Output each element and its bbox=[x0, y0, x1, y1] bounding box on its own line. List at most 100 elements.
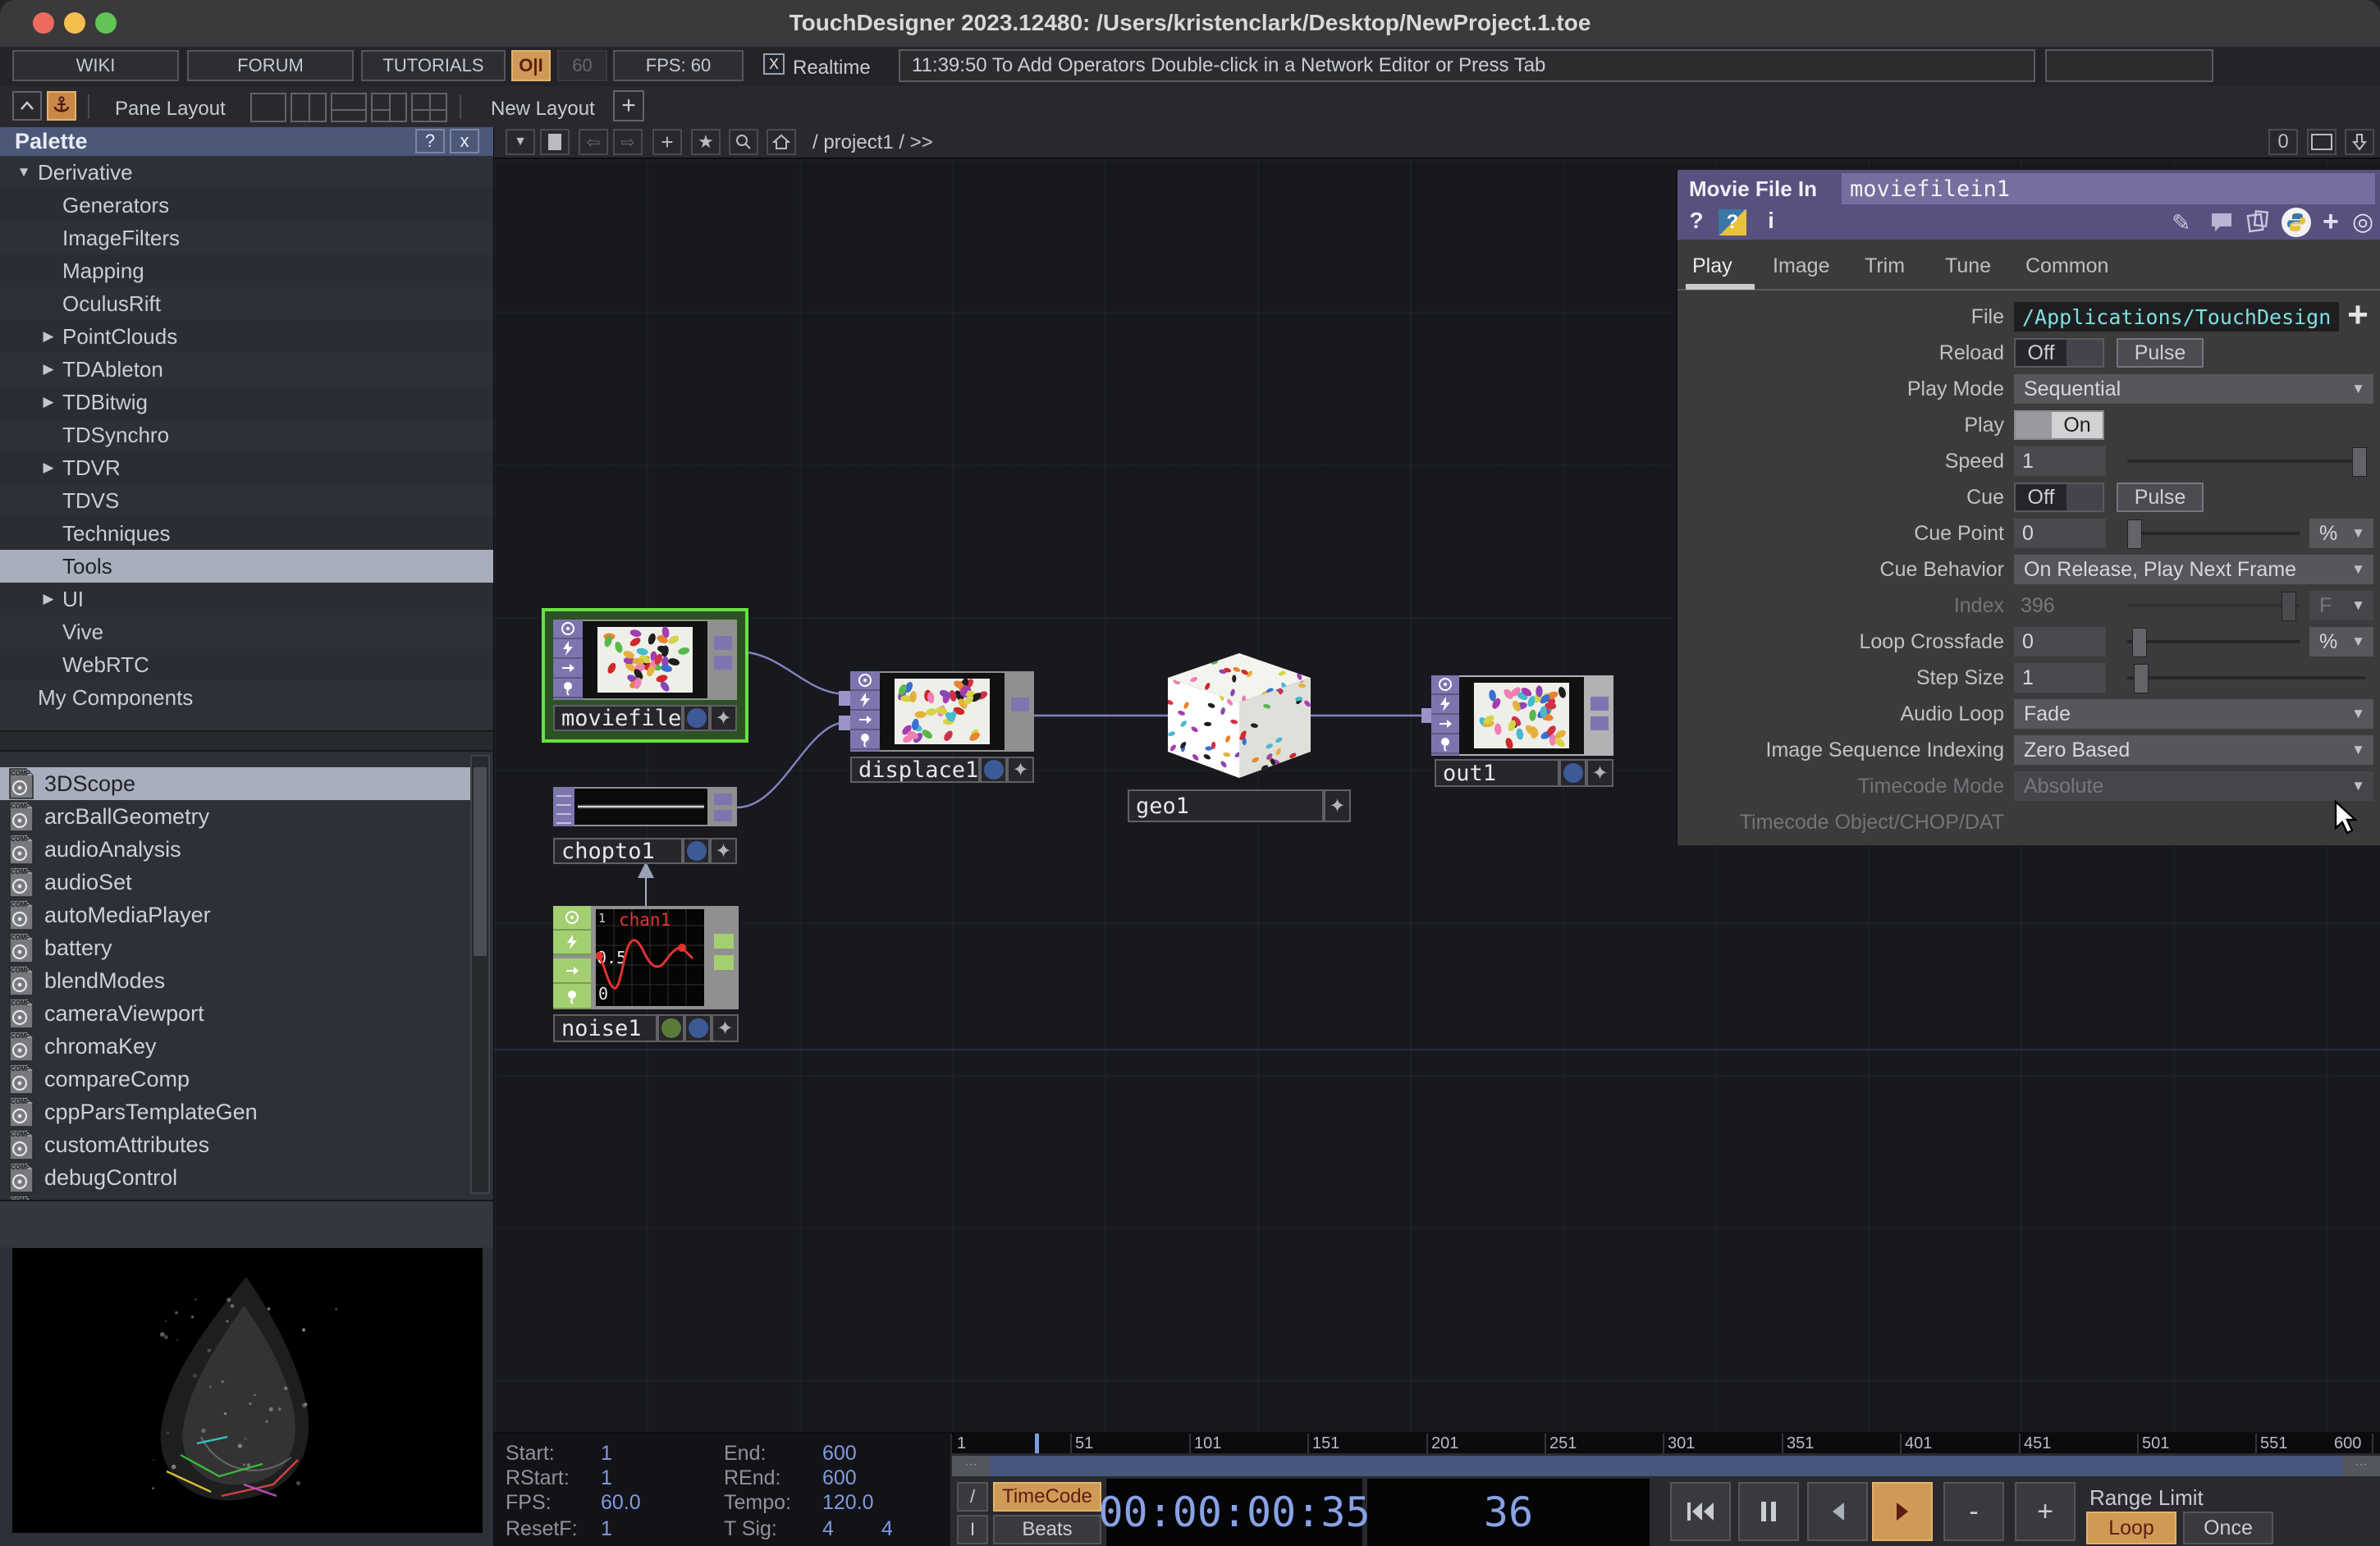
node-flag-indicator[interactable] bbox=[980, 757, 1007, 783]
param-slider-handle[interactable] bbox=[2282, 592, 2296, 621]
node-connector[interactable] bbox=[714, 955, 734, 970]
node-viewer-icon[interactable] bbox=[553, 906, 591, 931]
node-moviefilein1[interactable]: moviefilein1✦ bbox=[553, 620, 737, 731]
tree-item-tools[interactable]: Tools bbox=[0, 550, 493, 583]
tree-item-vive[interactable]: Vive bbox=[0, 615, 493, 648]
node-flag-indicator[interactable] bbox=[657, 1014, 684, 1042]
node-noise1[interactable]: 1chan10.50noise1✦ bbox=[553, 906, 739, 1042]
palette-scrollbar[interactable] bbox=[470, 755, 490, 1194]
range-start-handle[interactable]: ··· bbox=[952, 1456, 990, 1476]
param-toggle-reload[interactable]: Off bbox=[2014, 338, 2104, 368]
timeline-ruler[interactable]: 151101151201251301351401451501551600 bbox=[952, 1434, 2380, 1453]
forward-arrow-icon[interactable]: ⇨ bbox=[613, 129, 643, 155]
file-browse-plus-icon[interactable]: + bbox=[2341, 299, 2375, 333]
node-balloon-icon[interactable] bbox=[553, 679, 583, 698]
palette-component-chromaKey[interactable]: COMPchromaKey bbox=[0, 1030, 473, 1063]
play-forward-button[interactable] bbox=[1872, 1482, 1933, 1541]
node-balloon-icon[interactable] bbox=[850, 730, 880, 750]
node-name-field[interactable]: geo1 bbox=[1128, 789, 1324, 822]
node-viewer-icon[interactable] bbox=[553, 620, 583, 639]
search-icon[interactable] bbox=[729, 129, 758, 155]
midi-oi-toggle[interactable]: O|I bbox=[511, 50, 551, 81]
palette-component-debugControl[interactable]: COMPdebugControl bbox=[0, 1161, 473, 1194]
frame-increment-button[interactable]: + bbox=[2015, 1482, 2076, 1541]
node-displace1[interactable]: displace1✦ bbox=[850, 671, 1034, 783]
param-menu-audio-loop[interactable]: Fade▼ bbox=[2014, 699, 2373, 729]
node-bypass-icon[interactable] bbox=[553, 639, 583, 659]
node-comment-star[interactable]: ✦ bbox=[710, 838, 737, 864]
param-value-index[interactable]: 396 bbox=[2021, 591, 2055, 620]
tree-item-pointclouds[interactable]: ▶PointClouds bbox=[0, 320, 493, 353]
operator-name-field[interactable]: moviefilein1 bbox=[1842, 173, 2375, 204]
pause-button[interactable] bbox=[1738, 1482, 1799, 1541]
beats-mode-button[interactable]: Beats bbox=[993, 1515, 1101, 1544]
node-flag-indicator[interactable] bbox=[1559, 759, 1586, 787]
pane-layout-preset-3[interactable] bbox=[331, 93, 367, 122]
palette-component-audioSet[interactable]: COMPaudioSet bbox=[0, 866, 473, 899]
node-flag-indicator[interactable] bbox=[683, 838, 710, 864]
network-breadcrumb[interactable]: / project1 / >> bbox=[812, 131, 933, 154]
node-comment-star[interactable]: ✦ bbox=[1586, 759, 1613, 787]
param-tab-common[interactable]: Common bbox=[2025, 254, 2108, 278]
param-slider-handle[interactable] bbox=[2352, 447, 2367, 477]
node-comment-star[interactable]: ✦ bbox=[1007, 757, 1034, 783]
node-comment-star[interactable]: ✦ bbox=[1324, 789, 1351, 822]
param-pulse-button[interactable]: Pulse bbox=[2117, 338, 2204, 368]
tree-right-arrow-icon[interactable]: ▶ bbox=[34, 361, 62, 377]
node-connector[interactable] bbox=[1011, 698, 1029, 711]
tree-right-arrow-icon[interactable]: ▶ bbox=[34, 591, 62, 607]
expand-pane-icon[interactable] bbox=[12, 91, 42, 121]
node-balloon-icon[interactable] bbox=[1431, 734, 1459, 754]
node-comment-star[interactable]: ✦ bbox=[712, 1014, 739, 1042]
node-connector[interactable] bbox=[714, 656, 732, 670]
node-arrow-icon[interactable] bbox=[553, 958, 591, 984]
new-layout-add-button[interactable]: + bbox=[613, 90, 644, 121]
anchor-icon[interactable] bbox=[47, 91, 76, 121]
tree-item-tdvr[interactable]: ▶TDVR bbox=[0, 451, 493, 484]
node-name-field[interactable]: noise1 bbox=[553, 1014, 657, 1042]
param-slider-track[interactable] bbox=[2127, 676, 2365, 679]
play-backward-button[interactable] bbox=[1807, 1482, 1868, 1541]
tree-item-mapping[interactable]: Mapping bbox=[0, 254, 493, 287]
tree-item-ui[interactable]: ▶UI bbox=[0, 583, 493, 615]
tutorials-button[interactable]: TUTORIALS bbox=[361, 50, 506, 81]
param-slider-track[interactable] bbox=[2127, 460, 2365, 463]
tree-item-webrtc[interactable]: WebRTC bbox=[0, 648, 493, 681]
tree-item-tdsynchro[interactable]: TDSynchro bbox=[0, 419, 493, 451]
palette-component-battery[interactable]: COMPbattery bbox=[0, 931, 473, 964]
palette-close-button[interactable]: x bbox=[450, 129, 479, 153]
timeline-range-bar[interactable]: ··· ··· bbox=[952, 1456, 2380, 1476]
param-tab-trim[interactable]: Trim bbox=[1865, 254, 1905, 278]
param-slider-handle[interactable] bbox=[2134, 664, 2149, 693]
param-file-field[interactable]: /Applications/TouchDesign bbox=[2014, 302, 2339, 332]
pane-layout-preset-5[interactable] bbox=[411, 93, 447, 122]
copy-parameters-icon[interactable] bbox=[2245, 209, 2270, 238]
time-ibeam-button[interactable]: I bbox=[957, 1515, 988, 1544]
param-slider-track[interactable] bbox=[2127, 640, 2300, 643]
param-slider-handle[interactable] bbox=[2132, 628, 2147, 657]
param-menu-timecode-mode[interactable]: Absolute▼ bbox=[2014, 771, 2373, 801]
param-menu-cue-behavior[interactable]: On Release, Play Next Frame▼ bbox=[2014, 555, 2373, 584]
node-connector[interactable] bbox=[714, 934, 734, 949]
param-value-speed[interactable]: 1 bbox=[2014, 446, 2106, 476]
palette-component-cameraViewport[interactable]: COMPcameraViewport bbox=[0, 997, 473, 1030]
param-slider-track[interactable] bbox=[2127, 532, 2300, 535]
node-bypass-icon[interactable] bbox=[553, 931, 591, 955]
realtime-checkbox[interactable]: X bbox=[763, 53, 785, 75]
node-connector[interactable] bbox=[1590, 697, 1609, 711]
node-flag-indicator[interactable] bbox=[684, 1014, 712, 1042]
tree-item-derivative[interactable]: ▼Derivative bbox=[0, 156, 493, 189]
param-unit-menu[interactable]: F▼ bbox=[2309, 591, 2373, 620]
tree-right-arrow-icon[interactable]: ▶ bbox=[34, 394, 62, 410]
tree-item-generators[interactable]: Generators bbox=[0, 189, 493, 222]
python-help-icon[interactable]: ? bbox=[1719, 209, 1746, 236]
param-tab-tune[interactable]: Tune bbox=[1945, 254, 1991, 278]
node-arrow-icon[interactable] bbox=[1431, 715, 1459, 734]
palette-scrollbar-thumb[interactable] bbox=[474, 767, 487, 956]
node-connector[interactable] bbox=[839, 716, 850, 730]
home-icon[interactable] bbox=[767, 129, 796, 155]
tree-item-tdableton[interactable]: ▶TDAbleton bbox=[0, 353, 493, 386]
node-connector[interactable] bbox=[839, 691, 850, 706]
tree-item-tdvs[interactable]: TDVS bbox=[0, 484, 493, 517]
pane-layout-preset-2[interactable] bbox=[291, 93, 327, 122]
